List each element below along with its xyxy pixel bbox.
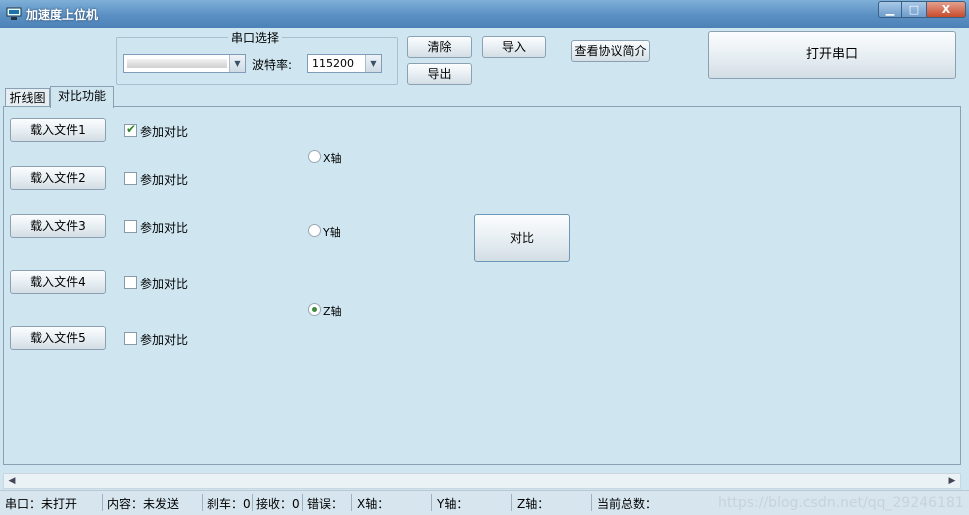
x-axis-label: X轴 — [323, 152, 342, 165]
import-button[interactable]: 导入 — [482, 36, 546, 58]
status-divider — [351, 494, 352, 511]
status-divider — [302, 494, 303, 511]
serial-group-title: 串口选择 — [228, 29, 283, 46]
title-bar[interactable]: 加速度上位机 ▁ □ X — [0, 0, 969, 28]
export-button[interactable]: 导出 — [407, 63, 472, 85]
compare-checkbox-label: 参加对比 — [140, 173, 189, 187]
load-file-2-button[interactable]: 载入文件2 — [10, 166, 106, 190]
y-axis-radio[interactable] — [308, 224, 321, 237]
status-x: X轴： — [357, 497, 390, 511]
app-icon — [6, 7, 22, 21]
compare-checkbox-label: 参加对比 — [140, 221, 189, 235]
status-error: 错误： — [307, 497, 344, 511]
compare-button[interactable]: 对比 — [474, 214, 570, 262]
status-port: 串口：未打开 — [5, 497, 78, 511]
status-divider — [591, 494, 592, 511]
compare-checkbox-3[interactable] — [124, 220, 137, 233]
status-brake: 刹车：0 — [207, 497, 251, 511]
compare-checkbox-label: 参加对比 — [140, 333, 189, 347]
status-divider — [202, 494, 203, 511]
chevron-down-icon[interactable]: ▼ — [229, 55, 245, 72]
y-axis-label: Y轴 — [323, 226, 341, 239]
open-port-button[interactable]: 打开串口 — [708, 31, 956, 79]
tab-compare[interactable]: 对比功能 — [50, 86, 114, 108]
compare-checkbox-label: 参加对比 — [140, 277, 189, 291]
minimize-button[interactable]: ▁ — [878, 1, 902, 18]
status-z: Z轴： — [517, 497, 550, 511]
check-icon: ✔ — [126, 122, 137, 136]
clear-button[interactable]: 清除 — [407, 36, 472, 58]
baud-select[interactable]: 115200 ▼ — [307, 54, 382, 73]
maximize-button[interactable]: □ — [901, 1, 927, 18]
window-title: 加速度上位机 — [26, 8, 99, 22]
port-select[interactable]: ▼ — [123, 54, 246, 73]
load-file-3-button[interactable]: 载入文件3 — [10, 214, 106, 238]
baud-label: 波特率: — [252, 58, 293, 72]
status-divider — [511, 494, 512, 511]
z-axis-radio[interactable] — [308, 303, 321, 316]
status-divider — [431, 494, 432, 511]
status-y: Y轴： — [437, 497, 469, 511]
load-file-1-button[interactable]: 载入文件1 — [10, 118, 106, 142]
compare-checkbox-5[interactable] — [124, 332, 137, 345]
baud-value: 115200 — [312, 57, 354, 70]
close-button[interactable]: X — [926, 1, 966, 18]
watermark: https://blog.csdn.net/qq_29246181 — [718, 495, 964, 511]
load-file-4-button[interactable]: 载入文件4 — [10, 270, 106, 294]
compare-checkbox-label: 参加对比 — [140, 125, 189, 139]
x-axis-radio[interactable] — [308, 150, 321, 163]
tab-line-chart[interactable]: 折线图 — [5, 88, 50, 108]
status-receive: 接收：0 — [256, 497, 300, 511]
compare-checkbox-1[interactable]: ✔ — [124, 122, 137, 137]
scroll-right-icon[interactable]: ▶ — [944, 474, 960, 488]
status-divider — [252, 494, 253, 511]
scroll-left-icon[interactable]: ◀ — [4, 474, 20, 488]
compare-checkbox-2[interactable] — [124, 172, 137, 185]
protocol-button[interactable]: 查看协议简介 — [571, 40, 650, 62]
compare-checkbox-4[interactable] — [124, 276, 137, 289]
load-file-5-button[interactable]: 载入文件5 — [10, 326, 106, 350]
status-content: 内容：未发送 — [107, 497, 180, 511]
chevron-down-icon[interactable]: ▼ — [365, 55, 381, 72]
z-axis-label: Z轴 — [323, 305, 342, 318]
port-value — [127, 59, 227, 68]
horizontal-scrollbar[interactable]: ◀ ▶ — [3, 473, 961, 489]
status-divider — [102, 494, 103, 511]
radio-dot-icon — [312, 307, 317, 312]
status-total: 当前总数： — [597, 497, 658, 511]
